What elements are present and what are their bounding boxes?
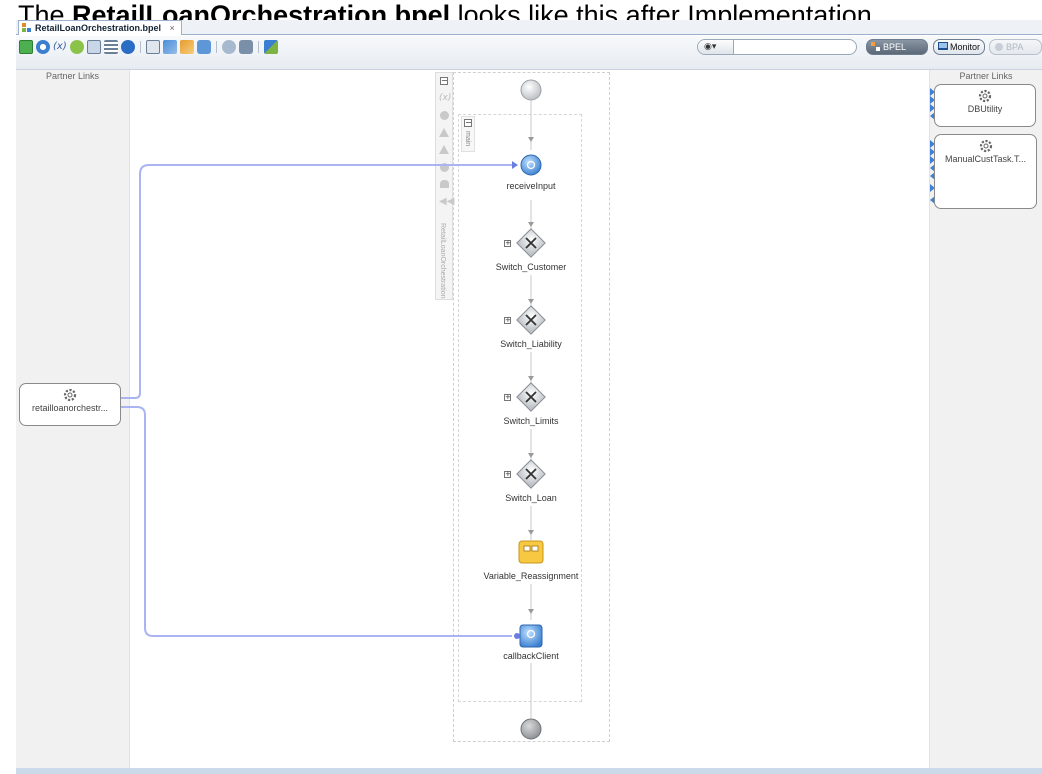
- start-node-icon[interactable]: [520, 79, 542, 101]
- switch-liability-expand-icon[interactable]: +: [504, 317, 511, 324]
- switch-liability-activity[interactable]: [516, 305, 546, 335]
- activity-label: receiveInput: [506, 181, 556, 191]
- invoke-icon: [519, 624, 543, 648]
- callback-client-activity[interactable]: [514, 624, 543, 648]
- partner-link-retailloanorchestration[interactable]: retailloanorchestr...: [19, 383, 121, 426]
- partner-link-wires: [115, 161, 518, 637]
- switch-customer-expand-icon[interactable]: +: [504, 240, 511, 247]
- assign-icon: [518, 540, 544, 564]
- activity-label: Variable_Reassignment: [483, 571, 579, 581]
- variable-reassignment-activity[interactable]: [518, 540, 544, 564]
- activity-label: Switch_Limits: [503, 416, 559, 426]
- callback-wire: [121, 406, 512, 637]
- end-node-icon[interactable]: [520, 718, 542, 740]
- partner-link-manualcusttask[interactable]: ManualCustTask.T...: [934, 134, 1037, 209]
- partner-link-name: ManualCustTask.T...: [944, 154, 1027, 164]
- receive-wire: [121, 164, 512, 399]
- receive-wire-arrow: [512, 161, 518, 169]
- switch-limits-activity[interactable]: [516, 382, 546, 412]
- activity-label: Switch_Loan: [505, 493, 557, 503]
- switch-loan-activity[interactable]: [516, 459, 546, 489]
- activity-label: Switch_Customer: [495, 262, 567, 272]
- partner-link-name: retailloanorchestr...: [31, 403, 109, 413]
- activity-label: Switch_Liability: [500, 339, 562, 349]
- partner-link-dbutility[interactable]: DBUtility: [934, 84, 1036, 127]
- partner-link-name: DBUtility: [967, 104, 1003, 114]
- switch-customer-activity[interactable]: [516, 228, 546, 258]
- switch-loan-expand-icon[interactable]: +: [504, 471, 511, 478]
- gear-icon: [63, 388, 77, 402]
- receive-input-activity[interactable]: [520, 154, 542, 176]
- activity-label: callbackClient: [503, 651, 559, 661]
- receive-icon: [520, 154, 542, 176]
- gear-icon: [978, 89, 992, 103]
- gear-icon: [979, 139, 992, 153]
- switch-limits-expand-icon[interactable]: +: [504, 394, 511, 401]
